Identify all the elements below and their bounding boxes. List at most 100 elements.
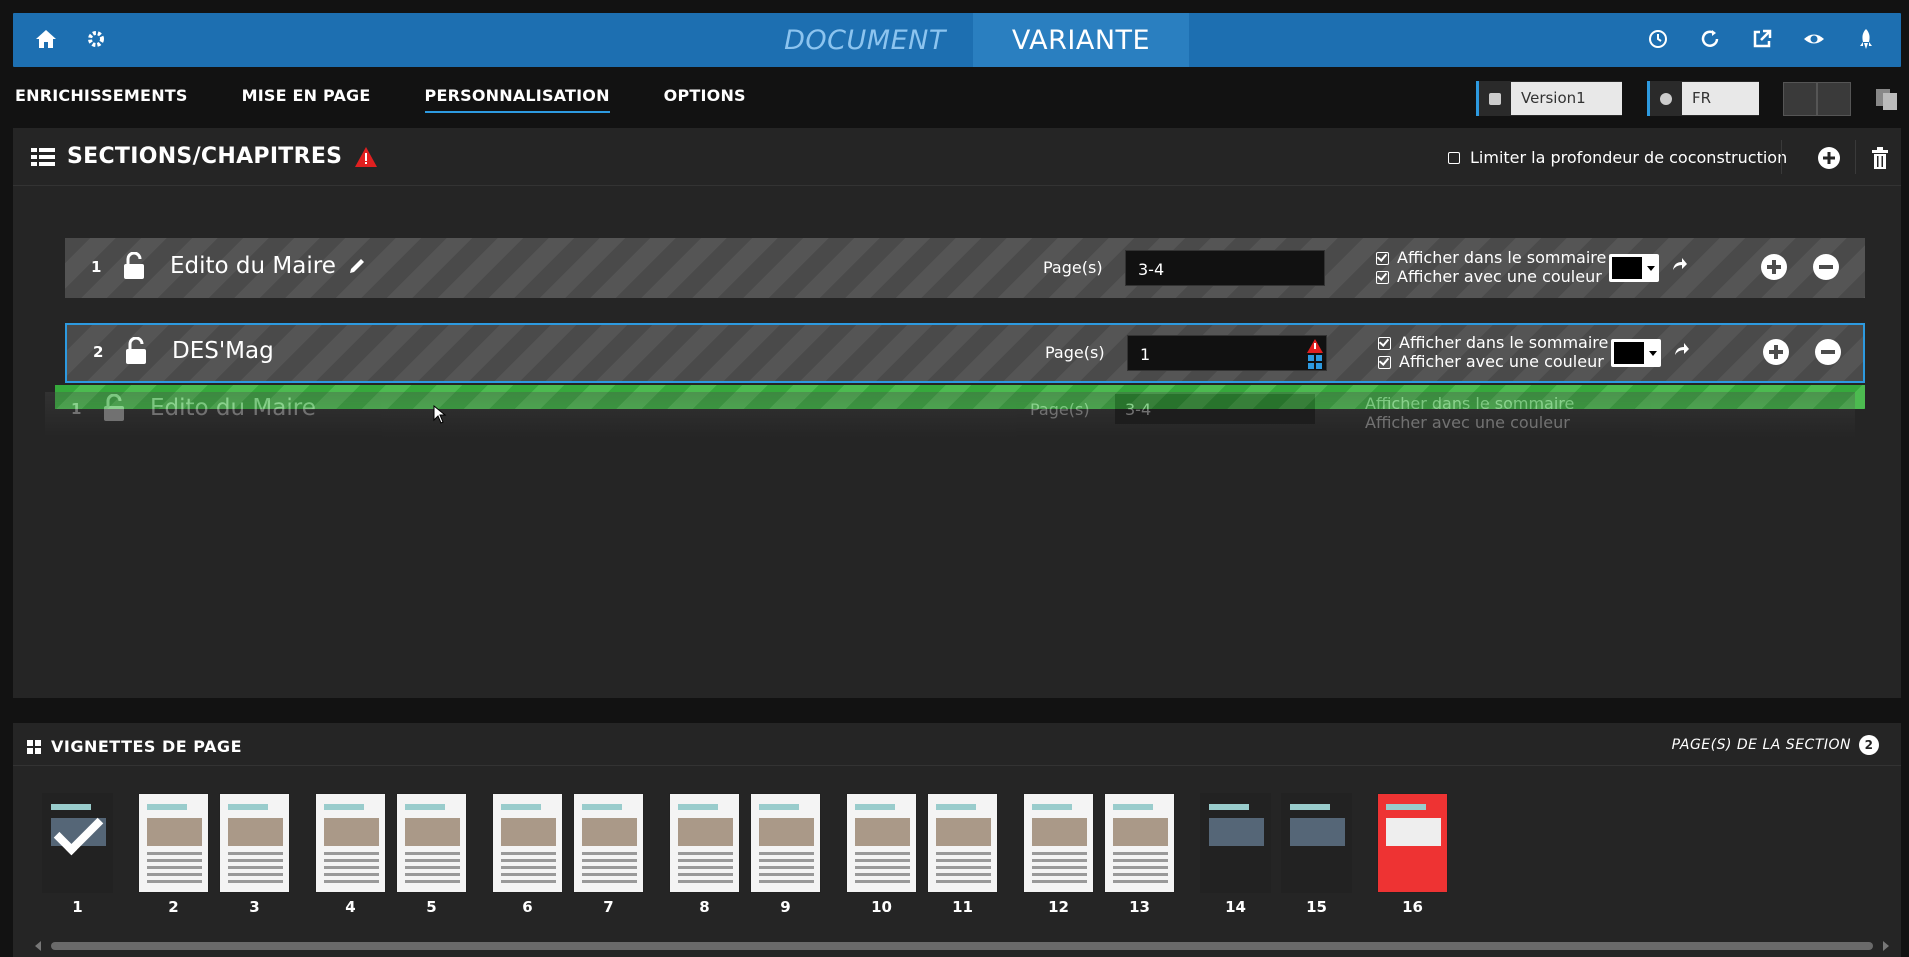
page-number: 8	[699, 898, 710, 916]
rocket-icon[interactable]	[1853, 25, 1879, 53]
scroll-left-icon[interactable]	[33, 940, 43, 952]
refresh-icon[interactable]	[1697, 25, 1723, 53]
copy-icon[interactable]	[1874, 86, 1900, 112]
limit-depth-option[interactable]: Limiter la profondeur de coconstruction	[1448, 148, 1787, 167]
mode-document-tab[interactable]: DOCUMENT	[757, 13, 973, 67]
check-icon	[53, 805, 104, 856]
app: DOCUMENT VARIANTE ENRICHISSEMENTS MISE E…	[0, 0, 1909, 957]
page-thumbnail[interactable]	[1023, 793, 1094, 893]
version-selector[interactable]: Version1	[1476, 81, 1622, 116]
page-thumbnail[interactable]	[573, 793, 644, 893]
page-thumbnail[interactable]	[42, 793, 113, 893]
remove-section-button[interactable]	[1812, 253, 1840, 285]
limit-depth-checkbox[interactable]	[1448, 151, 1460, 164]
section-pages-text: PAGE(S) DE LA SECTION	[1671, 737, 1851, 753]
language-selector[interactable]: FR	[1647, 81, 1759, 116]
page-number: 4	[345, 898, 356, 916]
color-picker[interactable]	[1611, 339, 1661, 367]
sections-header: SECTIONS/CHAPITRES Limiter la profondeur…	[13, 128, 1901, 186]
version-value: Version1	[1511, 82, 1622, 115]
add-subsection-button[interactable]	[1762, 338, 1790, 370]
show-with-color-option[interactable]: Afficher avec une couleur	[1375, 267, 1606, 286]
section-options: Afficher dans le sommaire Afficher avec …	[1375, 248, 1606, 286]
section-row[interactable]: 1 Edito du Maire Page(s) 3-4 Afficher da…	[65, 238, 1865, 298]
thumbnails-title-text: VIGNETTES DE PAGE	[51, 737, 242, 756]
history-icon[interactable]	[1645, 25, 1671, 53]
page-thumbnail[interactable]	[1377, 793, 1448, 893]
page-thumbnail[interactable]	[1200, 793, 1271, 893]
tab-mise-en-page[interactable]: MISE EN PAGE	[242, 86, 371, 113]
page-thumbnail[interactable]	[219, 793, 290, 893]
scrollbar-thumb[interactable]	[51, 942, 1873, 950]
page-thumbnail[interactable]	[927, 793, 998, 893]
ghost-pages-input: 3-4	[1115, 394, 1315, 424]
show-with-color-label: Afficher avec une couleur	[1399, 352, 1604, 371]
page-thumbnail[interactable]	[669, 793, 740, 893]
section-options: Afficher dans le sommaire Afficher avec …	[1377, 333, 1608, 371]
tab-personnalisation[interactable]: PERSONNALISATION	[424, 86, 610, 113]
add-subsection-button[interactable]	[1760, 253, 1788, 285]
gear-icon[interactable]	[83, 25, 109, 53]
page-number: 10	[871, 898, 892, 916]
ghost-pages-label: Page(s)	[1030, 400, 1090, 419]
view-toggle[interactable]	[1783, 82, 1851, 116]
page-thumbnail[interactable]	[750, 793, 821, 893]
pages-input[interactable]: 3-4	[1125, 250, 1325, 286]
color-picker[interactable]	[1609, 254, 1659, 282]
share-icon[interactable]	[1671, 256, 1687, 276]
pages-input[interactable]: 1	[1127, 335, 1327, 371]
page-thumbnail[interactable]	[1281, 793, 1352, 893]
external-link-icon[interactable]	[1749, 25, 1775, 53]
chevron-down-icon	[1649, 350, 1657, 356]
warning-icon	[355, 146, 378, 167]
ghost-name: Edito du Maire	[150, 395, 316, 421]
page-thumbnail[interactable]	[492, 793, 563, 893]
home-icon[interactable]	[33, 25, 59, 53]
page-thumbnail[interactable]	[846, 793, 917, 893]
pages-label: Page(s)	[1043, 258, 1103, 277]
show-with-color-option[interactable]: Afficher avec une couleur	[1377, 352, 1608, 371]
show-in-summary-option[interactable]: Afficher dans le sommaire	[1375, 248, 1606, 267]
show-with-color-label: Afficher avec une couleur	[1397, 267, 1602, 286]
top-bar: DOCUMENT VARIANTE	[13, 13, 1901, 67]
unlock-icon[interactable]	[125, 336, 147, 369]
page-number: 5	[426, 898, 437, 916]
scroll-right-icon[interactable]	[1881, 940, 1891, 952]
show-in-summary-option[interactable]: Afficher dans le sommaire	[1377, 333, 1608, 352]
book-icon	[1479, 81, 1511, 116]
page-number: 3	[249, 898, 260, 916]
unlock-icon[interactable]	[123, 251, 145, 284]
show-in-summary-checkbox[interactable]	[1375, 251, 1389, 265]
language-value: FR	[1682, 82, 1759, 115]
share-icon[interactable]	[1673, 341, 1689, 361]
page-thumbnail[interactable]	[396, 793, 467, 893]
show-in-summary-checkbox[interactable]	[1377, 336, 1391, 350]
tab-options[interactable]: OPTIONS	[664, 86, 746, 113]
sections-panel: SECTIONS/CHAPITRES Limiter la profondeur…	[13, 128, 1901, 698]
pencil-icon[interactable]	[347, 256, 367, 280]
page-number: 6	[522, 898, 533, 916]
section-name: DES'Mag	[172, 338, 274, 364]
page-thumbnail[interactable]	[138, 793, 209, 893]
main-nav: ENRICHISSEMENTS MISE EN PAGE PERSONNALIS…	[15, 86, 746, 113]
page-thumbnail[interactable]	[315, 793, 386, 893]
unlock-icon	[103, 393, 125, 426]
section-row[interactable]: 2 DES'Mag Page(s) 1 Afficher dans le som…	[65, 323, 1865, 383]
show-with-color-checkbox[interactable]	[1375, 270, 1389, 284]
trash-icon[interactable]	[1868, 146, 1892, 170]
grid-icon	[27, 739, 41, 754]
dragged-section-ghost: 1 Edito du Maire Page(s) 3-4 Afficher da…	[45, 392, 1855, 438]
page-number: 14	[1225, 898, 1246, 916]
eye-icon[interactable]	[1801, 25, 1827, 53]
show-with-color-checkbox[interactable]	[1377, 355, 1391, 369]
section-name: Edito du Maire	[170, 253, 336, 279]
tab-enrichissements[interactable]: ENRICHISSEMENTS	[15, 86, 188, 113]
limit-depth-label: Limiter la profondeur de coconstruction	[1470, 148, 1788, 167]
section-pages-badge: 2	[1859, 735, 1879, 755]
page-thumbnail[interactable]	[1104, 793, 1175, 893]
remove-section-button[interactable]	[1814, 338, 1842, 370]
mode-variante-tab[interactable]: VARIANTE	[973, 13, 1189, 67]
add-section-button[interactable]	[1817, 146, 1841, 170]
pages-label: Page(s)	[1045, 343, 1105, 362]
horizontal-scrollbar[interactable]	[33, 940, 1891, 952]
